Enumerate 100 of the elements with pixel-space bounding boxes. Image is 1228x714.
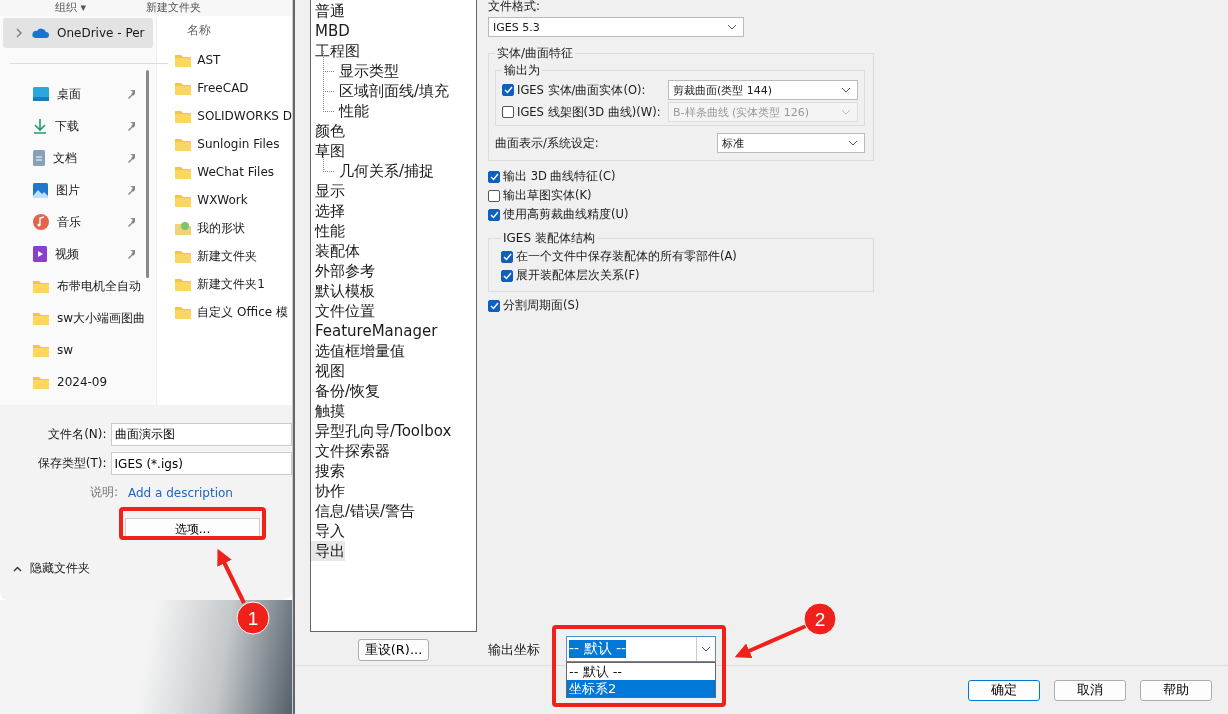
tree-item[interactable]: 文件位置 — [311, 301, 375, 321]
toolbar-button[interactable]: 新建文件夹 — [146, 0, 202, 16]
coordinate-dropdown[interactable]: -- 默认 -- — [566, 636, 716, 662]
folder-icon — [175, 137, 192, 151]
tree-item[interactable]: 工程图 — [311, 41, 360, 61]
tree-item[interactable]: 装配体 — [311, 241, 360, 261]
checkbox[interactable]: 输出 3D 曲线特征(C) — [488, 167, 616, 186]
tree-item[interactable]: 搜索 — [311, 461, 345, 481]
nav-item[interactable]: sw — [0, 334, 157, 366]
tree-item[interactable]: 性能 — [335, 101, 369, 121]
checkbox-box[interactable] — [502, 84, 514, 96]
tree-item[interactable]: 性能 — [311, 221, 345, 241]
tree-item[interactable]: 协作 — [311, 481, 345, 501]
checkbox-box[interactable] — [488, 208, 500, 221]
file-name: FreeCAD — [197, 81, 249, 95]
folder-icon — [33, 343, 49, 357]
checkbox[interactable]: 在一个文件中保存装配体的所有零部件(A) — [501, 247, 737, 266]
nav-label: 图片 — [56, 181, 80, 199]
file-format-dropdown[interactable]: IGES 5.3 — [488, 17, 744, 37]
toolbar-button[interactable]: 组织 ▾ — [55, 0, 87, 16]
description-link[interactable]: Add a description — [122, 485, 233, 500]
tree-item[interactable]: 普通 — [311, 1, 345, 21]
file-item[interactable]: 新建文件夹1 — [175, 270, 292, 298]
pin-icon — [126, 152, 136, 164]
nav-label: sw — [57, 343, 74, 357]
tree-item[interactable]: 外部参考 — [311, 261, 375, 281]
checkbox-box[interactable] — [501, 250, 513, 263]
checkbox[interactable]: 使用高剪裁曲线精度(U) — [488, 205, 629, 224]
scrollbar[interactable] — [146, 70, 149, 278]
dialog-button[interactable]: 帮助 — [1140, 679, 1212, 701]
checkbox-box[interactable] — [501, 269, 513, 282]
file-item[interactable]: 新建文件夹 — [175, 242, 292, 270]
tree-item[interactable]: 异型孔向导/Toolbox — [311, 421, 452, 441]
pin-icon — [126, 248, 136, 260]
checkbox-box[interactable] — [488, 170, 500, 183]
file-name: SOLIDWORKS D — [197, 109, 292, 123]
tree-item[interactable]: FeatureManager — [311, 321, 438, 341]
caret-icon — [13, 565, 22, 572]
checkbox[interactable]: 展开装配体层次关系(F) — [501, 266, 640, 285]
nav-label: 音乐 — [57, 213, 81, 231]
tree-item[interactable]: MBD — [311, 21, 350, 41]
file-name: Sunlogin Files — [197, 137, 280, 151]
nav-item[interactable]: 下载 — [0, 110, 157, 142]
tree-item[interactable]: 文件探索器 — [311, 441, 390, 461]
dialog-button[interactable]: 确定 — [968, 679, 1040, 701]
nav-item[interactable]: 布带电机全自动 — [0, 270, 157, 302]
folder-icon — [175, 81, 192, 95]
tree-item[interactable]: 选择 — [311, 201, 345, 221]
dialog-button[interactable]: 取消 — [1054, 679, 1126, 701]
file-item[interactable]: AST — [175, 46, 292, 74]
checkbox[interactable]: 输出草图实体(K) — [488, 186, 592, 205]
checkbox[interactable]: IGES 实体/曲面实体(O): — [502, 80, 646, 100]
nav-item[interactable]: 视频 — [0, 238, 157, 270]
group-title: 输出为 — [503, 62, 541, 79]
checkbox[interactable]: 分割周期面(S) — [488, 296, 580, 315]
group-title: 实体/曲面特征 — [496, 45, 575, 62]
options-tree[interactable]: 普通 MBD 工程图 显示类型 区域剖面线/填充 性能 颜色 草图 几何关系/捕捉 显示 选择 性能 装配体 外部参考 默认模板 文件位置 FeatureManager 选值框增量值 视图 备份/恢复 触摸 异型孔向导/Toolbox 文件探索器 搜索 协作 信息/错误/警告 导入 导出 — [310, 0, 477, 632]
file-item[interactable]: SOLIDWORKS D — [175, 102, 292, 130]
reset-button[interactable]: 重设(R)... — [357, 639, 430, 661]
tree-item[interactable]: 颜色 — [311, 121, 345, 141]
tree-item[interactable]: 选值框增量值 — [311, 341, 405, 361]
checkbox-box[interactable] — [488, 299, 500, 312]
tree-item[interactable]: 导出 — [311, 541, 345, 561]
tree-item[interactable]: 区域剖面线/填充 — [335, 81, 450, 101]
folder-icon — [175, 277, 192, 291]
nav-item[interactable]: sw大小端画图曲 — [0, 302, 157, 334]
nav-item[interactable]: 2024-09 — [0, 366, 157, 398]
nav-item[interactable]: 桌面 — [0, 78, 157, 110]
tree-item[interactable]: 默认模板 — [311, 281, 375, 301]
file-item[interactable]: FreeCAD — [175, 74, 292, 102]
save-type-field[interactable]: IGES (*.igs) — [110, 452, 292, 475]
tree-item[interactable]: 草图 — [311, 141, 345, 161]
nav-item[interactable]: 音乐 — [0, 206, 157, 238]
tree-item[interactable]: 显示类型 — [335, 61, 399, 81]
tree-item[interactable]: 显示 — [311, 181, 345, 201]
file-item[interactable]: 自定义 Office 模 — [175, 298, 292, 326]
column-header[interactable]: 名称 — [187, 16, 292, 44]
dropdown-option[interactable]: 坐标系2 — [567, 680, 715, 697]
tree-item[interactable]: 备份/恢复 — [311, 381, 381, 401]
file-item[interactable]: 我的形状 — [175, 214, 292, 242]
surface-dropdown[interactable]: 标准 — [717, 133, 865, 153]
nav-item[interactable]: 图片 — [0, 174, 157, 206]
dropdown-option[interactable]: -- 默认 -- — [567, 663, 715, 680]
tree-item[interactable]: 几何关系/捕捉 — [335, 161, 435, 181]
step-badge: 2 — [803, 602, 837, 636]
tree-item[interactable]: 视图 — [311, 361, 345, 381]
nav-item[interactable]: 文档 — [0, 142, 157, 174]
file-name-field[interactable]: 曲面演示图 — [110, 423, 292, 446]
checkbox-label: 使用高剪裁曲线精度(U) — [503, 207, 629, 222]
hide-folders-toggle[interactable]: 隐藏文件夹 — [0, 560, 103, 577]
type-dropdown[interactable]: 剪裁曲面(类型 144) — [668, 80, 858, 100]
file-item[interactable]: Sunlogin Files — [175, 130, 292, 158]
file-item[interactable]: WXWork — [175, 186, 292, 214]
file-item[interactable]: WeChat Files — [175, 158, 292, 186]
tree-item[interactable]: 导入 — [311, 521, 345, 541]
tree-item[interactable]: 信息/错误/警告 — [311, 501, 416, 521]
desktop-icon — [33, 87, 49, 101]
folder-icon — [33, 375, 49, 389]
tree-item[interactable]: 触摸 — [311, 401, 345, 421]
checkbox-box[interactable] — [488, 189, 500, 202]
